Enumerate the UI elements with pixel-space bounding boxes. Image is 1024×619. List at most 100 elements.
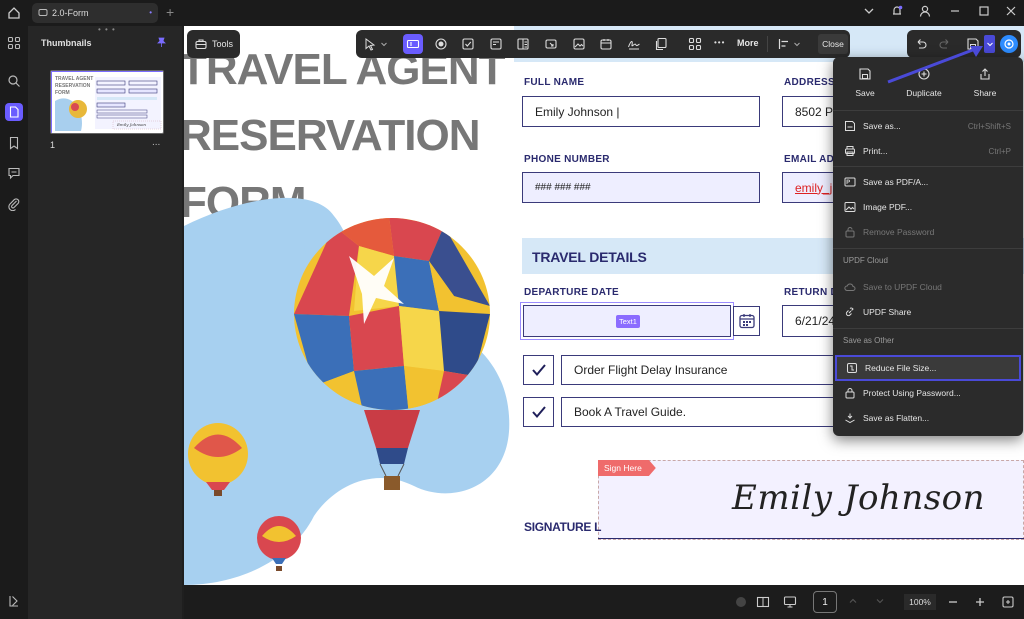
insurance-option[interactable]: Order Flight Delay Insurance: [561, 355, 841, 385]
updf-share-item[interactable]: UPDF Share: [833, 300, 1023, 324]
list-box-tool-icon[interactable]: [515, 36, 531, 52]
layers-icon[interactable]: [5, 592, 23, 610]
zoom-in-icon[interactable]: [973, 595, 987, 609]
more-button[interactable]: More: [737, 38, 759, 48]
svg-text:FORM: FORM: [55, 90, 70, 96]
chevron-down-icon[interactable]: [862, 4, 880, 18]
insurance-checkbox[interactable]: [523, 355, 554, 385]
checkbox-tool-icon[interactable]: [460, 36, 476, 52]
signature-label: SIGNATURE L: [524, 520, 602, 534]
checkmark-icon: [531, 364, 546, 377]
signature-tool-icon[interactable]: [626, 36, 642, 52]
save-action-label: Save: [855, 88, 875, 98]
drag-handle[interactable]: • • •: [98, 25, 116, 34]
cloud-upload-icon: [843, 280, 857, 294]
updf-share-label: UPDF Share: [863, 307, 912, 317]
copy-fields-icon[interactable]: [653, 36, 669, 52]
text-field-tool-icon[interactable]: [403, 34, 423, 54]
close-window-icon[interactable]: [1004, 4, 1022, 18]
button-tool-icon[interactable]: [543, 36, 559, 52]
align-tool-icon[interactable]: [776, 36, 792, 52]
phone-number-field[interactable]: ### ### ###: [522, 172, 760, 203]
travel-guide-option[interactable]: Book A Travel Guide.: [561, 397, 841, 427]
presentation-icon[interactable]: [783, 595, 797, 609]
toolbox-icon: [195, 39, 207, 50]
minimize-icon[interactable]: [948, 4, 966, 18]
page-thumbnail[interactable]: TRAVEL AGENT RESERVATION FORM Emily John…: [50, 70, 164, 134]
form-title-line-2: RESERVATION: [184, 111, 480, 160]
fit-page-icon[interactable]: [1001, 595, 1015, 609]
save-cloud-label: Save to UPDF Cloud: [863, 282, 942, 292]
bottom-bar: 1 100%: [184, 585, 1024, 619]
image-pdf-item[interactable]: Image PDF...: [833, 195, 1023, 219]
page-thumbnails-icon[interactable]: [5, 103, 23, 121]
save-as-icon: [843, 119, 857, 133]
duplicate-action-label: Duplicate: [906, 88, 942, 98]
pin-icon[interactable]: [156, 37, 167, 48]
home-icon[interactable]: [7, 6, 21, 20]
date-field-tool-icon[interactable]: [598, 36, 614, 52]
image-pdf-label: Image PDF...: [863, 202, 913, 212]
compress-icon: [845, 361, 859, 375]
title-bar: 2.0-Form • +: [0, 0, 1024, 26]
save-cloud-item[interactable]: Save to UPDF Cloud: [833, 275, 1023, 299]
reduce-file-size-item[interactable]: Reduce File Size...: [835, 355, 1021, 381]
select-tool-icon[interactable]: [362, 36, 378, 52]
thumbnail-more-button[interactable]: ...: [152, 137, 160, 148]
radio-button-tool-icon[interactable]: [433, 36, 449, 52]
travel-details-heading: TRAVEL DETAILS: [532, 249, 647, 265]
protect-password-label: Protect Using Password...: [863, 388, 961, 398]
account-icon[interactable]: [918, 4, 936, 18]
apps-grid-icon[interactable]: [5, 34, 23, 52]
travel-guide-checkbox[interactable]: [523, 397, 554, 427]
close-toolbar-button[interactable]: Close: [818, 34, 848, 54]
chevron-down-icon[interactable]: [380, 36, 388, 52]
chevron-down-icon[interactable]: [793, 36, 801, 52]
save-pdfa-item[interactable]: Save as PDF/A...: [833, 170, 1023, 194]
menu-separator: [833, 110, 1023, 111]
menu-separator: [833, 166, 1023, 167]
tab-close-button[interactable]: •: [149, 8, 152, 17]
comments-icon[interactable]: [5, 164, 23, 182]
left-rail: [0, 26, 28, 619]
document-tab[interactable]: 2.0-Form •: [32, 3, 158, 23]
chevron-down-icon[interactable]: [874, 595, 886, 607]
departure-date-field[interactable]: Text1: [520, 302, 734, 340]
full-name-field[interactable]: Emily Johnson |: [522, 96, 760, 127]
calendar-button[interactable]: [733, 306, 760, 336]
ai-assistant-icon[interactable]: [1000, 35, 1018, 53]
save-as-label: Save as...: [863, 121, 901, 131]
save-flatten-item[interactable]: Save as Flatten...: [833, 406, 1023, 430]
remove-password-item[interactable]: Remove Password: [833, 220, 1023, 244]
attachment-icon[interactable]: [5, 195, 23, 213]
save-as-item[interactable]: Save as... Ctrl+Shift+S: [833, 114, 1023, 138]
protect-password-item[interactable]: Protect Using Password...: [833, 381, 1023, 405]
more-dots-icon[interactable]: •••: [714, 38, 725, 47]
pdfa-icon: [843, 175, 857, 189]
notification-icon[interactable]: [890, 4, 908, 18]
chevron-up-icon[interactable]: [847, 595, 859, 607]
print-item[interactable]: Print... Ctrl+P: [833, 139, 1023, 163]
toolbar-divider: [767, 36, 768, 52]
page-number-input[interactable]: 1: [813, 591, 837, 613]
collapse-icon[interactable]: [736, 597, 746, 607]
print-icon: [843, 144, 857, 158]
search-icon[interactable]: [5, 72, 23, 90]
remove-password-label: Remove Password: [863, 227, 935, 237]
tools-button[interactable]: Tools: [187, 30, 240, 58]
save-flatten-label: Save as Flatten...: [863, 413, 930, 423]
calendar-icon: [738, 314, 755, 329]
bookmark-icon[interactable]: [5, 134, 23, 152]
dropdown-tool-icon[interactable]: [488, 36, 504, 52]
image-field-tool-icon[interactable]: [571, 36, 587, 52]
new-tab-button[interactable]: +: [166, 4, 174, 20]
maximize-icon[interactable]: [977, 4, 995, 18]
reading-mode-icon[interactable]: [756, 595, 770, 609]
save-as-shortcut: Ctrl+Shift+S: [967, 121, 1011, 131]
grid-tool-icon[interactable]: [687, 36, 703, 52]
zoom-out-icon[interactable]: [946, 595, 960, 609]
zoom-level[interactable]: 100%: [904, 594, 936, 610]
unlock-icon: [843, 225, 857, 239]
print-label: Print...: [863, 146, 888, 156]
phone-number-label: PHONE NUMBER: [524, 154, 610, 165]
